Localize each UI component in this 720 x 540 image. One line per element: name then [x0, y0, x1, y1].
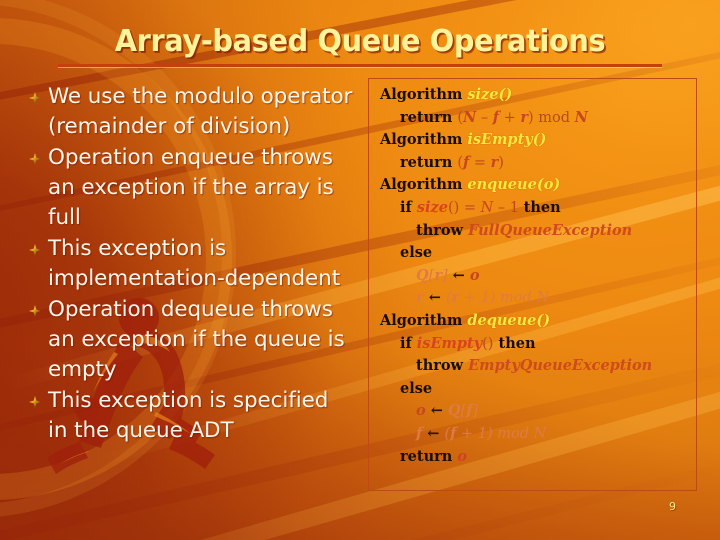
- code-token: + 1): [459, 290, 496, 307]
- code-token: isEmpty: [467, 131, 533, 149]
- code-token: Algorithm: [380, 176, 468, 194]
- pseudocode-line: Algorithm isEmpty(): [376, 129, 696, 152]
- code-token: N: [574, 108, 588, 126]
- diamond-bullet-icon: [22, 82, 48, 109]
- pseudocode-line: f ← (f + 1) mod N: [376, 423, 696, 446]
- code-token: r: [520, 108, 529, 126]
- code-token: o: [457, 447, 468, 465]
- code-token: Q: [416, 266, 429, 284]
- code-token: ←: [447, 266, 470, 284]
- code-token: ): [553, 176, 561, 194]
- code-token: return: [400, 153, 458, 171]
- code-token: =: [459, 199, 481, 216]
- code-token: o: [543, 176, 554, 194]
- title-underline: [58, 64, 662, 67]
- code-token: then: [523, 198, 561, 216]
- page-number: 9: [669, 500, 676, 513]
- code-token: r: [416, 289, 424, 307]
- code-token: ): [498, 154, 504, 171]
- pseudocode-line: Q[r] ← o: [376, 265, 696, 288]
- code-token: Q: [447, 402, 461, 420]
- code-token: if: [400, 334, 417, 352]
- diamond-bullet-icon: [22, 386, 48, 413]
- code-token: if: [400, 198, 417, 216]
- code-token: –: [476, 109, 493, 126]
- code-token: ←: [423, 289, 446, 307]
- diamond-bullet-icon: [22, 143, 48, 170]
- code-token: FullQueueException: [468, 221, 633, 239]
- code-token: N: [533, 425, 547, 442]
- bullet-text: We use the modulo operator (remainder of…: [48, 84, 353, 139]
- pseudocode-line: Algorithm dequeue(): [376, 310, 696, 333]
- pseudocode-line: else: [376, 242, 696, 265]
- code-token: return: [400, 108, 458, 126]
- list-item: Operation dequeue throws an exception if…: [22, 295, 354, 385]
- pseudocode-line: if isEmpty() then: [376, 333, 696, 356]
- diamond-bullet-icon: [22, 295, 48, 322]
- pseudocode-line: return (f = r): [376, 152, 696, 175]
- code-token: return: [400, 447, 458, 465]
- code-token: N: [536, 290, 550, 307]
- pseudocode-line: return o: [376, 446, 696, 469]
- code-token: size: [467, 86, 499, 103]
- list-item: We use the modulo operator (remainder of…: [22, 82, 354, 142]
- code-token: (): [447, 199, 460, 216]
- code-token: (): [498, 86, 513, 103]
- code-token: o: [416, 402, 426, 420]
- page-title: Array-based Queue Operations: [114, 24, 606, 59]
- code-token: else: [400, 379, 433, 397]
- code-token: – 1: [493, 199, 524, 216]
- list-item: This exception is specified in the queue…: [22, 386, 354, 446]
- diamond-bullet-icon: [22, 234, 48, 261]
- code-token: dequeue: [467, 311, 537, 329]
- code-token: (): [482, 335, 494, 352]
- code-token: isEmpty: [416, 334, 483, 352]
- code-token: mod: [492, 425, 534, 442]
- code-token: then: [493, 334, 536, 352]
- code-token: +: [499, 109, 521, 126]
- code-token: N: [463, 108, 477, 126]
- pseudocode-line: o ← Q[f]: [376, 400, 696, 423]
- code-token: Algorithm: [380, 311, 468, 329]
- code-token: EmptyQueueException: [468, 357, 653, 375]
- code-token: + 1): [456, 425, 493, 442]
- bullet-text: This exception is implementation-depende…: [48, 236, 341, 291]
- list-item: Operation enqueue throws an exception if…: [22, 143, 354, 233]
- bullet-text: This exception is specified in the queue…: [48, 388, 329, 443]
- pseudocode-line: r ← (r + 1) mod N: [376, 287, 696, 310]
- pseudocode-listing: Algorithm size() return (N – f + r) mod N…: [376, 84, 696, 468]
- pseudocode-line: if size() = N – 1 then: [376, 197, 696, 220]
- list-item: This exception is implementation-depende…: [22, 234, 354, 294]
- code-token: (): [532, 131, 547, 149]
- code-token: o: [469, 266, 480, 284]
- code-token: =: [469, 154, 491, 171]
- code-token: N: [480, 199, 494, 216]
- bullet-text: Operation enqueue throws an exception if…: [48, 145, 334, 230]
- code-token: r: [434, 266, 442, 284]
- pseudocode-line: throw EmptyQueueException: [376, 355, 696, 378]
- code-token: ]: [472, 403, 479, 420]
- code-token: ←: [425, 402, 448, 420]
- code-token: throw: [416, 357, 469, 375]
- code-token: ←: [422, 424, 445, 442]
- pseudocode-line: Algorithm size(): [376, 84, 696, 107]
- bullet-list: We use the modulo operator (remainder of…: [22, 82, 354, 447]
- code-token: else: [400, 244, 433, 262]
- bullet-text: Operation dequeue throws an exception if…: [48, 297, 345, 382]
- pseudocode-line: throw FullQueueException: [376, 220, 696, 243]
- code-token: enqueue: [467, 176, 537, 194]
- pseudocode-line: Algorithm enqueue(o): [376, 174, 696, 197]
- code-token: mod: [495, 290, 537, 307]
- code-token: size: [416, 198, 448, 216]
- code-token: Algorithm: [380, 86, 468, 103]
- pseudocode-line: else: [376, 378, 696, 401]
- code-token: throw: [416, 221, 469, 239]
- code-token: (): [536, 311, 551, 329]
- code-token: (: [536, 176, 544, 194]
- pseudocode-line: return (N – f + r) mod N: [376, 107, 696, 130]
- code-token: Algorithm: [380, 131, 468, 149]
- code-token: mod: [533, 109, 575, 126]
- slide-canvas: Array-based Queue Operations We use the …: [0, 0, 720, 540]
